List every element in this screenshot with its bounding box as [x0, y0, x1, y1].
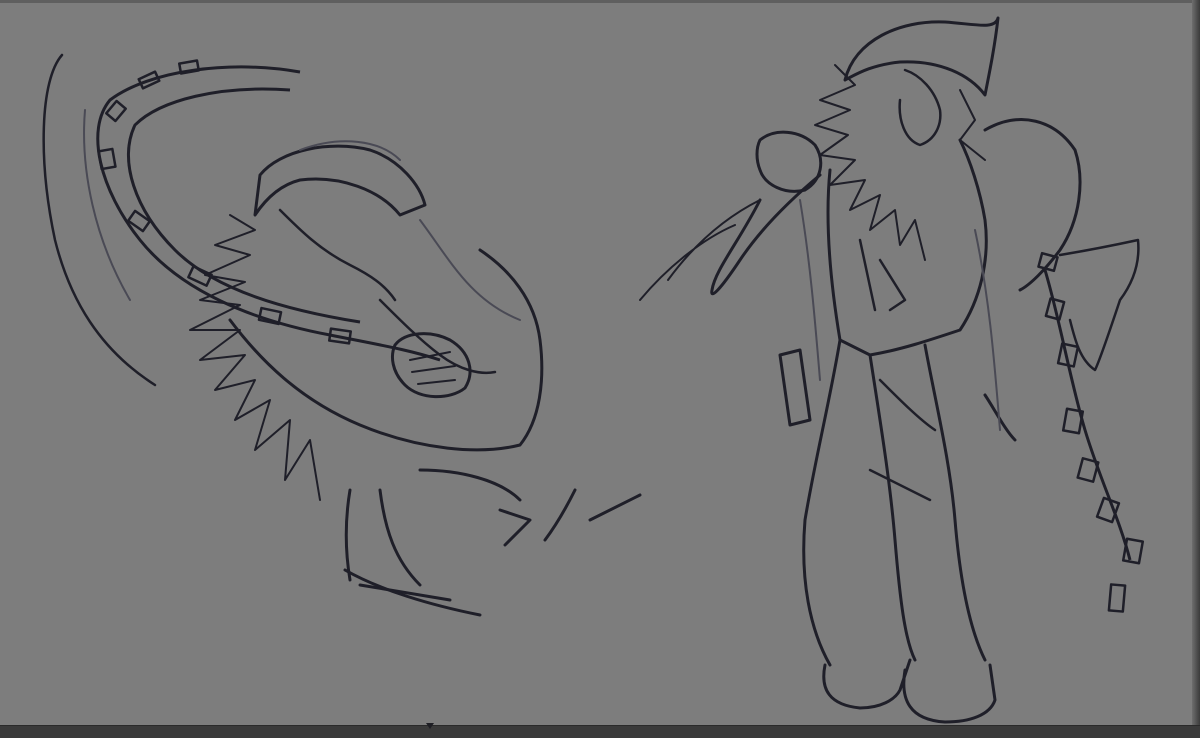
right-figure-belt-pouch	[778, 348, 1017, 442]
right-figure-legs	[802, 338, 987, 667]
right-figure-raised-arm	[710, 173, 822, 296]
drawing-canvas[interactable]	[0, 0, 1200, 725]
canvas-right-edge	[1192, 0, 1200, 725]
canvas-bottom-bar	[0, 725, 1200, 738]
right-figure-hood	[843, 16, 1000, 97]
right-figure-creature	[1058, 238, 1140, 372]
right-figure-boots	[822, 658, 997, 724]
right-figure-right-arm	[983, 118, 1082, 292]
drawing-app-viewport	[0, 0, 1200, 738]
ruler-marker-icon	[426, 723, 434, 729]
right-figure-coat	[826, 138, 988, 357]
sketch-standing-figure	[639, 16, 1145, 724]
right-figure-hair	[814, 64, 986, 261]
right-figure-face	[898, 68, 942, 147]
right-chain-line	[1043, 269, 1132, 561]
